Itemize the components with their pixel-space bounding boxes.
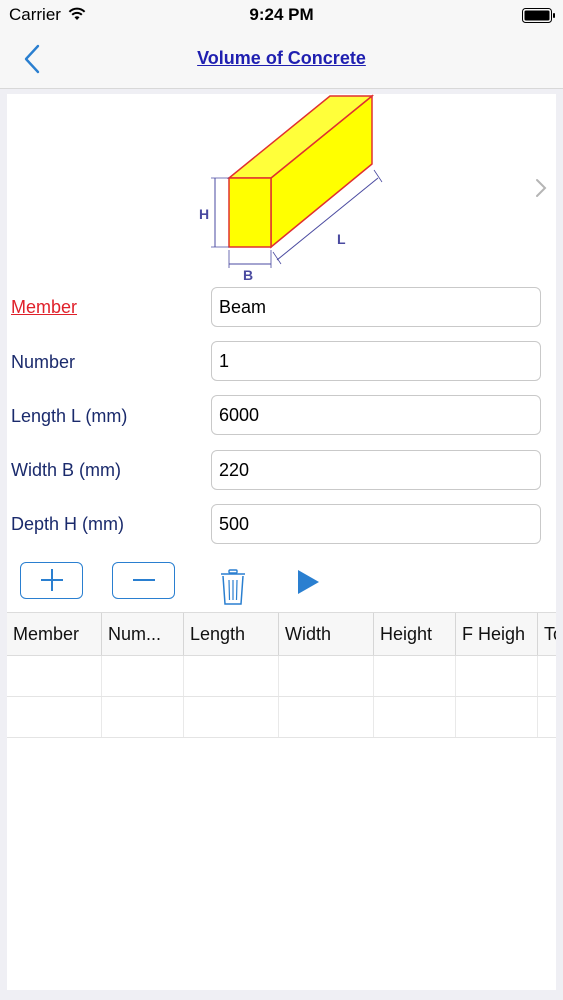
battery-icon <box>522 8 555 23</box>
width-label: Width B (mm) <box>11 460 121 480</box>
member-label[interactable]: Member <box>11 297 77 318</box>
number-field[interactable] <box>211 341 541 381</box>
depth-label: Depth H (mm) <box>11 514 125 534</box>
number-label: Number <box>11 352 76 372</box>
width-field[interactable] <box>211 450 541 490</box>
page-title: Volume of Concrete <box>197 48 366 68</box>
table-cell <box>102 697 184 737</box>
table-cell <box>279 656 374 696</box>
table-cell <box>456 656 538 696</box>
table-cell <box>456 697 538 737</box>
results-table: Member Num... Length Width Height F Heig… <box>7 612 556 738</box>
table-cell <box>102 656 184 696</box>
plus-icon <box>41 569 63 591</box>
table-cell <box>7 697 102 737</box>
table-cell <box>538 656 556 696</box>
l-dimension-label: L <box>337 231 346 247</box>
h-dimension-label: H <box>199 206 209 222</box>
table-cell <box>184 697 279 737</box>
table-cell <box>184 656 279 696</box>
table-row[interactable] <box>7 697 556 738</box>
column-header-f-height[interactable]: F Heigh <box>456 613 538 655</box>
member-field[interactable] <box>211 287 541 327</box>
status-bar: Carrier 9:24 PM <box>0 0 563 30</box>
table-cell <box>538 697 556 737</box>
table-header: Member Num... Length Width Height F Heig… <box>7 612 556 656</box>
table-cell <box>279 697 374 737</box>
column-header-total[interactable]: To <box>538 613 556 655</box>
navigation-bar: Volume of Concrete <box>0 30 563 89</box>
length-field[interactable] <box>211 395 541 435</box>
play-icon[interactable] <box>295 569 321 595</box>
clock: 9:24 PM <box>249 5 314 24</box>
column-header-member[interactable]: Member <box>7 613 102 655</box>
table-cell <box>7 656 102 696</box>
add-button[interactable] <box>20 562 83 599</box>
table-row[interactable] <box>7 656 556 697</box>
depth-field[interactable] <box>211 504 541 544</box>
trash-icon[interactable] <box>219 568 247 606</box>
chevron-right-icon[interactable] <box>534 177 548 199</box>
column-header-length[interactable]: Length <box>184 613 279 655</box>
beam-diagram: H B L <box>199 94 383 283</box>
b-dimension-label: B <box>243 267 253 283</box>
column-header-width[interactable]: Width <box>279 613 374 655</box>
remove-button[interactable] <box>112 562 175 599</box>
table-cell <box>374 656 456 696</box>
main-content: H B L Member Number Length L (mm) Width … <box>7 94 556 990</box>
column-header-height[interactable]: Height <box>374 613 456 655</box>
minus-icon <box>133 579 155 581</box>
column-header-number[interactable]: Num... <box>102 613 184 655</box>
table-cell <box>374 697 456 737</box>
length-label: Length L (mm) <box>11 406 128 426</box>
